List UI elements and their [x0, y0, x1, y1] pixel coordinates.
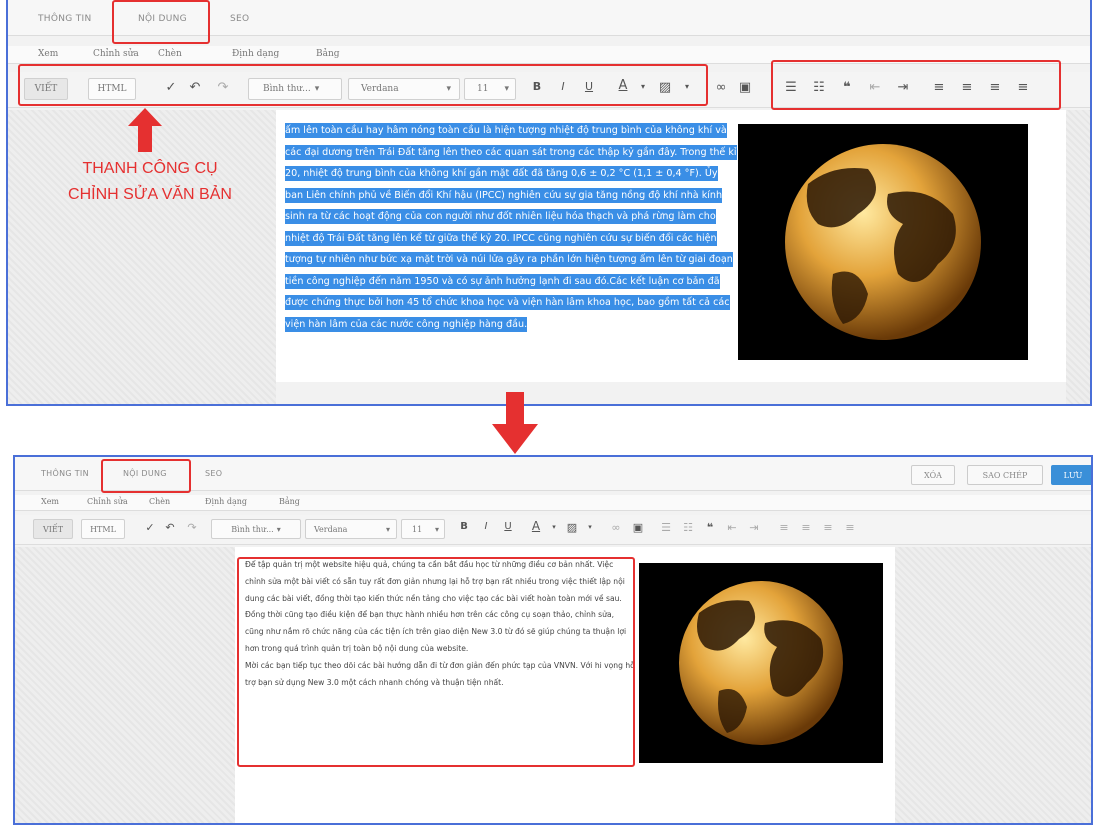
down-arrow-icon	[492, 392, 538, 454]
selected-paragraph[interactable]: ấm lên toàn cầu hay hâm nóng toàn cầu là…	[285, 120, 737, 335]
left-margin	[15, 547, 235, 823]
editor-panel-before: THÔNG TIN NỘI DUNG SEO Xem Chỉnh sửa Chè…	[6, 0, 1092, 406]
html-button[interactable]: HTML	[81, 519, 125, 539]
viet-button[interactable]: VIẾT	[33, 519, 73, 539]
font-size-select[interactable]: 11 ▾	[401, 519, 445, 539]
annotation-line-1: THANH CÔNG CỤ	[82, 160, 218, 177]
font-color-arrow-icon[interactable]: ▾	[545, 523, 563, 531]
format-select[interactable]: Bình thư... ▾	[211, 519, 301, 539]
numbered-list-icon[interactable]: ☷	[679, 521, 697, 534]
right-margin	[1066, 110, 1090, 404]
align-right-icon[interactable]: ≡	[819, 521, 837, 534]
spellcheck-icon[interactable]: ✓	[141, 521, 159, 534]
save-button[interactable]: LƯU	[1051, 465, 1091, 485]
font-value: Verdana	[314, 524, 348, 534]
edited-text-highlight-box	[237, 557, 635, 767]
globe-icon	[679, 581, 843, 745]
indent-icon[interactable]: ⇥	[745, 521, 763, 534]
link-icon[interactable]: ∞	[607, 521, 625, 534]
menu-bar: Xem Chỉnh sửa Chèn Định dạng Bảng	[15, 495, 1091, 511]
tab-seo[interactable]: SEO	[205, 469, 222, 478]
link-icon[interactable]: ∞	[712, 80, 730, 95]
editor-toolbar: VIẾT HTML ✓ ↶ ↷ Bình thư... ▾ Verdana ▾ 11…	[15, 515, 1091, 545]
highlight-color-icon[interactable]: ▨	[563, 521, 581, 534]
tab-thong-tin[interactable]: THÔNG TIN	[41, 469, 89, 478]
outdent-icon[interactable]: ⇤	[723, 521, 741, 534]
size-arrow-icon: ▾	[434, 524, 439, 534]
undo-icon[interactable]: ↶	[161, 521, 179, 534]
image-icon[interactable]: ▣	[736, 80, 754, 95]
underline-icon[interactable]: U	[499, 521, 517, 532]
copy-button[interactable]: SAO CHÉP	[967, 465, 1043, 485]
align-center-icon[interactable]: ≡	[797, 521, 815, 534]
menu-chen[interactable]: Chèn	[158, 49, 182, 59]
quote-icon[interactable]: ❝	[701, 521, 719, 534]
menu-bang[interactable]: Bảng	[279, 497, 300, 506]
align-justify-icon[interactable]: ≡	[841, 521, 859, 534]
menu-dinh-dang[interactable]: Định dạng	[205, 497, 247, 506]
up-arrow-icon	[128, 108, 162, 152]
left-margin	[8, 110, 276, 404]
annotation-text: THANH CÔNG CỤ CHỈNH SỬA VĂN BẢN	[50, 156, 250, 208]
format-value: Bình thư...	[231, 524, 274, 534]
tab-highlight-box	[101, 459, 191, 493]
toolbar-highlight-box	[18, 64, 708, 106]
annotation-line-2: CHỈNH SỬA VĂN BẢN	[68, 186, 232, 203]
font-color-icon[interactable]: A	[527, 519, 545, 533]
delete-button[interactable]: XÓA	[911, 465, 955, 485]
size-value: 11	[412, 524, 423, 534]
menu-bang[interactable]: Bảng	[316, 49, 340, 59]
menu-xem[interactable]: Xem	[41, 497, 59, 506]
font-arrow-icon: ▾	[385, 524, 390, 534]
menu-dinh-dang[interactable]: Định dạng	[232, 49, 279, 59]
font-select[interactable]: Verdana ▾	[305, 519, 397, 539]
tab-thong-tin[interactable]: THÔNG TIN	[38, 14, 92, 24]
image-icon[interactable]: ▣	[629, 521, 647, 534]
tab-highlight-box	[112, 0, 210, 44]
menu-xem[interactable]: Xem	[38, 49, 58, 59]
toolbar-highlight-box-right	[771, 60, 1061, 110]
menu-chinh-sua[interactable]: Chỉnh sửa	[93, 49, 139, 59]
editor-panel-after: THÔNG TIN NỘI DUNG SEO XÓA SAO CHÉP LƯU …	[13, 455, 1093, 825]
right-margin	[895, 547, 1091, 823]
bullet-list-icon[interactable]: ☰	[657, 521, 675, 534]
highlight-arrow-icon[interactable]: ▾	[581, 523, 599, 531]
italic-icon[interactable]: I	[477, 521, 495, 532]
globe-image	[738, 124, 1028, 360]
menu-chinh-sua[interactable]: Chỉnh sửa	[87, 497, 128, 506]
menu-chen[interactable]: Chèn	[149, 497, 170, 506]
globe-image	[639, 563, 883, 763]
format-arrow-icon: ▾	[276, 524, 281, 534]
bold-icon[interactable]: B	[455, 521, 473, 532]
redo-icon[interactable]: ↷	[183, 521, 201, 534]
tab-seo[interactable]: SEO	[230, 14, 249, 24]
globe-icon	[785, 144, 981, 340]
align-left-icon[interactable]: ≡	[775, 521, 793, 534]
